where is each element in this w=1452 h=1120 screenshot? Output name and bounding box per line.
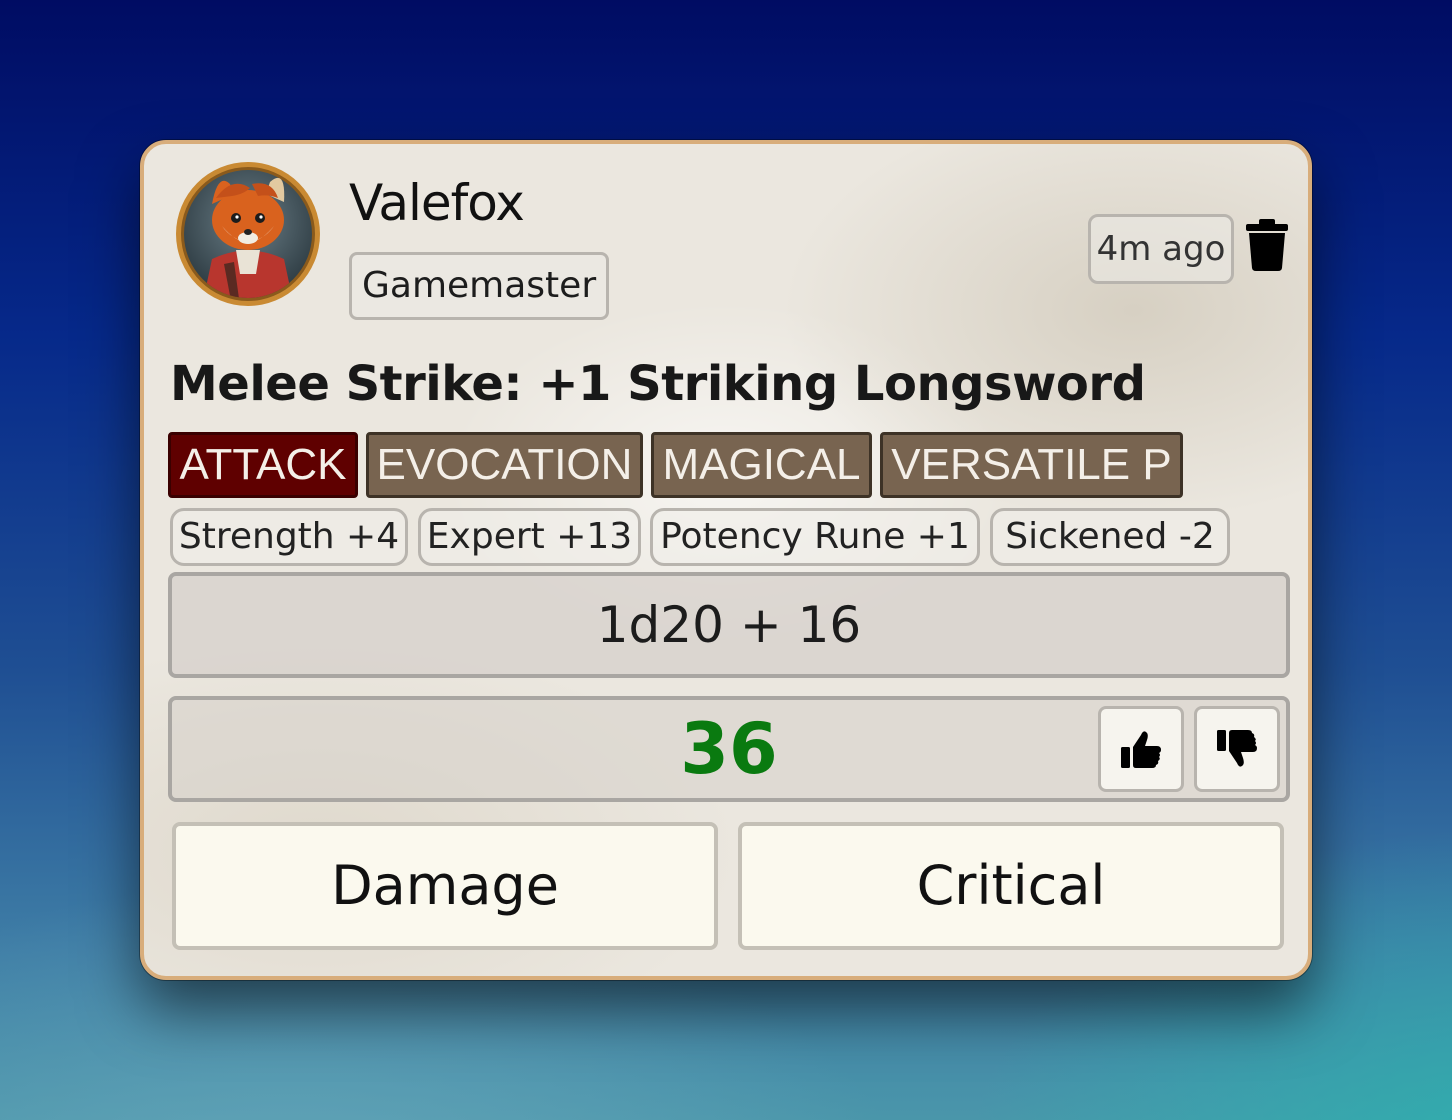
role-badge: Gamemaster [349,252,610,320]
thumbs-up-icon [1121,731,1161,768]
chat-message-card: Valefox Gamemaster 4m ago Melee Strike: … [140,140,1312,980]
thumbs-down-button[interactable] [1194,706,1280,792]
modifier-potency-rune: Potency Rune +1 [650,508,980,566]
message-title: Melee Strike: +1 Striking Longsword [170,356,1146,412]
critical-button[interactable]: Critical [738,822,1284,950]
damage-button[interactable]: Damage [172,822,718,950]
avatar[interactable] [172,154,324,306]
trait-tag-evocation[interactable]: EVOCATION [366,432,643,498]
trait-tag-attack[interactable]: ATTACK [168,432,358,498]
timestamp-badge: 4m ago [1088,214,1234,284]
trait-tag-versatile-p[interactable]: VERSATILE P [880,432,1183,498]
trait-tag-magical[interactable]: MAGICAL [651,432,872,498]
roll-formula[interactable]: 1d20 + 16 [168,572,1290,678]
modifier-expert: Expert +13 [418,508,641,566]
trash-icon[interactable] [1244,218,1290,272]
roll-total-bar: 36 [168,696,1290,802]
author-name: Valefox [349,174,525,232]
thumbs-up-button[interactable] [1098,706,1184,792]
thumbs-down-icon [1217,730,1257,767]
modifier-strength: Strength +4 [170,508,408,566]
modifier-sickened: Sickened -2 [990,508,1230,566]
